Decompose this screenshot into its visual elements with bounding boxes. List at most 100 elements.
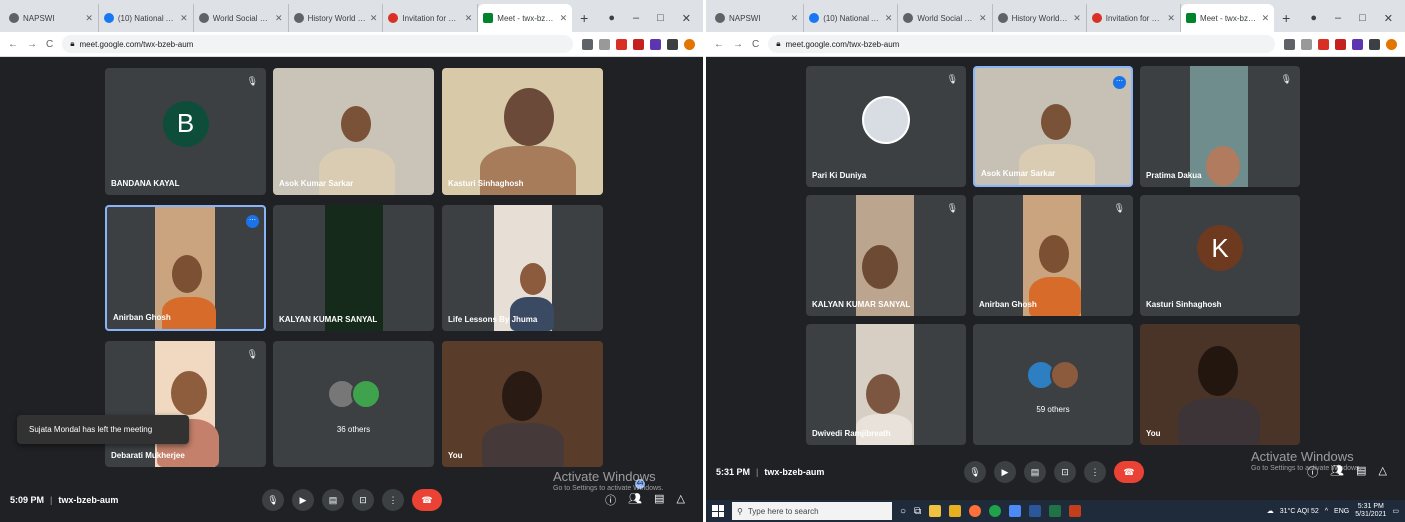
people-icon[interactable]: 👥︎ — [628, 492, 642, 508]
new-tab-button[interactable]: + — [572, 4, 596, 32]
participant-tile[interactable]: Dwivedi Ramjibreath — [806, 324, 966, 445]
puzzle-icon[interactable] — [667, 38, 678, 50]
file-explorer-icon[interactable] — [949, 505, 962, 517]
tab-meet[interactable]: Meet - twx-bzeb- ✕ — [478, 4, 573, 32]
participant-tile[interactable]: Life Lessons By Jhuma — [442, 205, 603, 331]
url-field[interactable]: 🔒︎ meet.google.com/twx-bzeb-aum — [62, 35, 573, 53]
info-icon[interactable]: ⓘ — [605, 492, 616, 508]
firefox-icon[interactable] — [969, 505, 982, 517]
tab-invitation[interactable]: Invitation for Social W✕ — [1087, 4, 1181, 32]
tab-history[interactable]: History World Social✕ — [289, 4, 384, 32]
minimize-button[interactable]: – — [1335, 12, 1341, 24]
cast-icon[interactable] — [1284, 38, 1295, 50]
notifications-icon[interactable]: ▭ — [1392, 507, 1399, 515]
tab-napswi[interactable]: NAPSWI ✕ — [4, 4, 99, 32]
captions-button[interactable]: ▤ — [1024, 461, 1046, 483]
captions-button[interactable]: ▤ — [322, 489, 344, 511]
camera-button[interactable]: ▶ — [292, 489, 314, 511]
chat-icon[interactable]: ▤ — [654, 492, 664, 508]
participant-tile-pinned[interactable]: ⋯ Asok Kumar Sarkar — [973, 66, 1133, 187]
reload-icon[interactable]: C — [752, 39, 759, 50]
participant-tile[interactable]: Asok Kumar Sarkar — [273, 68, 434, 195]
participant-tile[interactable]: KALYAN KUMAR SANYAL — [273, 205, 434, 331]
chrome-icon[interactable] — [1009, 505, 1022, 517]
extension-icon[interactable] — [650, 38, 661, 50]
activities-icon[interactable]: △ — [1379, 464, 1387, 480]
language-indicator[interactable]: ENG — [1334, 508, 1349, 515]
cast-icon[interactable] — [582, 38, 593, 50]
close-tab-icon[interactable]: ✕ — [1167, 13, 1175, 24]
tab-facebook[interactable]: (10) National Associa✕ — [99, 4, 194, 32]
close-tab-icon[interactable]: ✕ — [1073, 13, 1081, 24]
powerpoint-icon[interactable] — [1069, 505, 1082, 517]
camera-button[interactable]: ▶ — [994, 461, 1016, 483]
extension-icon[interactable] — [1335, 38, 1346, 50]
taskbar-search[interactable]: ⚲ Type here to search — [732, 502, 892, 520]
close-tab-icon[interactable]: ✕ — [1262, 13, 1270, 24]
opera-icon[interactable] — [1318, 38, 1329, 50]
participant-tile[interactable]: 🎙︎ Anirban Ghosh — [973, 195, 1133, 316]
minimize-button[interactable]: – — [633, 12, 639, 24]
participant-tile[interactable]: K Kasturi Sinhaghosh — [1140, 195, 1300, 316]
weather-text[interactable]: 31°C AQI 52 — [1280, 508, 1319, 515]
avatar[interactable] — [684, 38, 695, 50]
more-options-icon[interactable]: ⋯ — [246, 215, 259, 228]
participant-tile-pinned[interactable]: ⋯ Anirban Ghosh — [105, 205, 266, 331]
leave-call-button[interactable]: ☎ — [1114, 461, 1144, 483]
back-icon[interactable]: ← — [714, 39, 724, 50]
edge-icon[interactable] — [989, 505, 1002, 517]
tab-invitation[interactable]: Invitation for Social W✕ — [383, 4, 479, 32]
present-button[interactable]: ⊡ — [352, 489, 374, 511]
extension-icon[interactable] — [1352, 38, 1363, 50]
close-tab-icon[interactable]: ✕ — [180, 13, 188, 24]
close-tab-icon[interactable]: ✕ — [275, 13, 283, 24]
windows-start-icon[interactable] — [712, 505, 724, 517]
new-tab-button[interactable]: + — [1274, 4, 1298, 32]
maximize-button[interactable]: □ — [1359, 12, 1366, 24]
mic-button[interactable]: 🎙︎ — [964, 461, 986, 483]
word-icon[interactable] — [1029, 505, 1042, 517]
participant-tile[interactable]: Kasturi Sinhaghosh — [442, 68, 603, 195]
maximize-button[interactable]: □ — [657, 12, 664, 24]
tab-world-social-work[interactable]: World Social Work Da✕ — [898, 4, 993, 32]
close-window-button[interactable]: ✕ — [682, 12, 691, 25]
close-tab-icon[interactable]: ✕ — [979, 13, 987, 24]
tab-world-social-work[interactable]: World Social Work Da✕ — [194, 4, 289, 32]
tab-napswi[interactable]: NAPSWI ✕ — [710, 4, 805, 32]
self-tile[interactable]: You — [1140, 324, 1300, 445]
url-field[interactable]: 🔒︎ meet.google.com/twx-bzeb-aum — [768, 35, 1275, 53]
self-tile[interactable]: You — [442, 341, 603, 467]
extension-icon[interactable] — [633, 38, 644, 50]
participant-tile[interactable]: B 🎙︎ BANDANA KAYAL — [105, 68, 266, 195]
leave-call-button[interactable]: ☎ — [412, 489, 442, 511]
forward-icon[interactable]: → — [27, 39, 37, 50]
profile-icon[interactable]: ● — [1310, 12, 1317, 24]
chevron-up-icon[interactable]: ^ — [1325, 508, 1328, 515]
opera-icon[interactable] — [616, 38, 627, 50]
star-icon[interactable] — [599, 38, 610, 50]
close-tab-icon[interactable]: ✕ — [465, 13, 473, 24]
cortana-icon[interactable]: ○ — [900, 506, 906, 517]
profile-icon[interactable]: ● — [608, 12, 615, 24]
puzzle-icon[interactable] — [1369, 38, 1380, 50]
task-view-icon[interactable]: ⧉ — [914, 506, 921, 517]
tab-history[interactable]: History World Social W✕ — [993, 4, 1087, 32]
participant-tile[interactable]: 🎙︎ Pari Ki Duniya — [806, 66, 966, 187]
participant-tile[interactable]: 🎙︎ Pratima Dakua — [1140, 66, 1300, 187]
more-options-icon[interactable]: ⋯ — [1113, 76, 1126, 89]
present-button[interactable]: ⊡ — [1054, 461, 1076, 483]
reload-icon[interactable]: C — [46, 39, 53, 50]
tab-facebook[interactable]: (10) National Associa✕ — [804, 4, 899, 32]
others-tile[interactable]: 59 others — [973, 324, 1133, 445]
more-options-button[interactable]: ⋮ — [382, 489, 404, 511]
forward-icon[interactable]: → — [733, 39, 743, 50]
close-window-button[interactable]: ✕ — [1384, 12, 1393, 25]
back-icon[interactable]: ← — [8, 39, 18, 50]
tab-meet[interactable]: Meet - twx-bzeb- ✕ — [1180, 4, 1275, 32]
activities-icon[interactable]: △ — [677, 492, 685, 508]
close-tab-icon[interactable]: ✕ — [85, 13, 93, 24]
avatar[interactable] — [1386, 38, 1397, 50]
star-icon[interactable] — [1301, 38, 1312, 50]
store-icon[interactable] — [929, 505, 942, 517]
close-tab-icon[interactable]: ✕ — [560, 13, 568, 24]
